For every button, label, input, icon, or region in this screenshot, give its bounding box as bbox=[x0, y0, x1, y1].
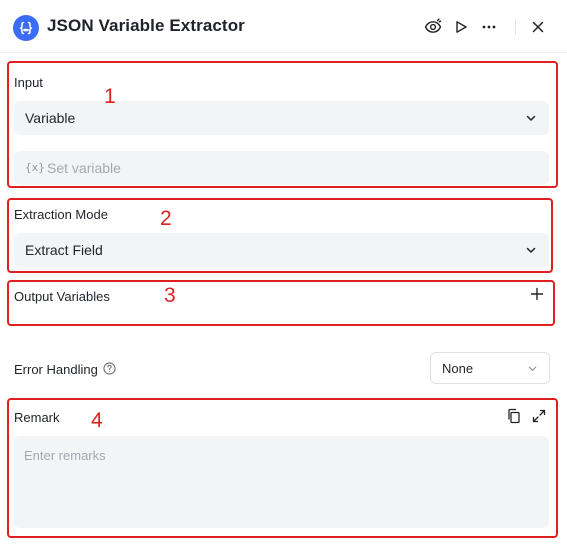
chevron-down-icon bbox=[528, 366, 537, 371]
eye-icon[interactable] bbox=[423, 17, 443, 37]
annotation-box-1 bbox=[7, 61, 558, 188]
close-icon[interactable] bbox=[528, 17, 548, 37]
annotation-number-3: 3 bbox=[164, 284, 176, 307]
more-icon[interactable] bbox=[479, 17, 499, 37]
annotation-number-2: 2 bbox=[160, 207, 172, 230]
help-icon[interactable] bbox=[103, 362, 116, 375]
header-divider bbox=[515, 19, 516, 35]
page-title: JSON Variable Extractor bbox=[47, 16, 245, 35]
annotation-number-1: 1 bbox=[104, 85, 116, 108]
error-handling-label: Error Handling bbox=[14, 362, 98, 377]
braces-icon bbox=[13, 15, 39, 41]
annotation-box-2 bbox=[7, 198, 553, 273]
play-icon[interactable] bbox=[451, 17, 471, 37]
annotation-box-3 bbox=[7, 280, 555, 326]
annotation-number-4: 4 bbox=[91, 409, 103, 432]
annotation-box-4 bbox=[7, 398, 558, 538]
panel-header: JSON Variable Extractor bbox=[0, 0, 567, 53]
error-handling-value: None bbox=[442, 361, 474, 376]
error-handling-select[interactable]: None bbox=[430, 352, 550, 384]
